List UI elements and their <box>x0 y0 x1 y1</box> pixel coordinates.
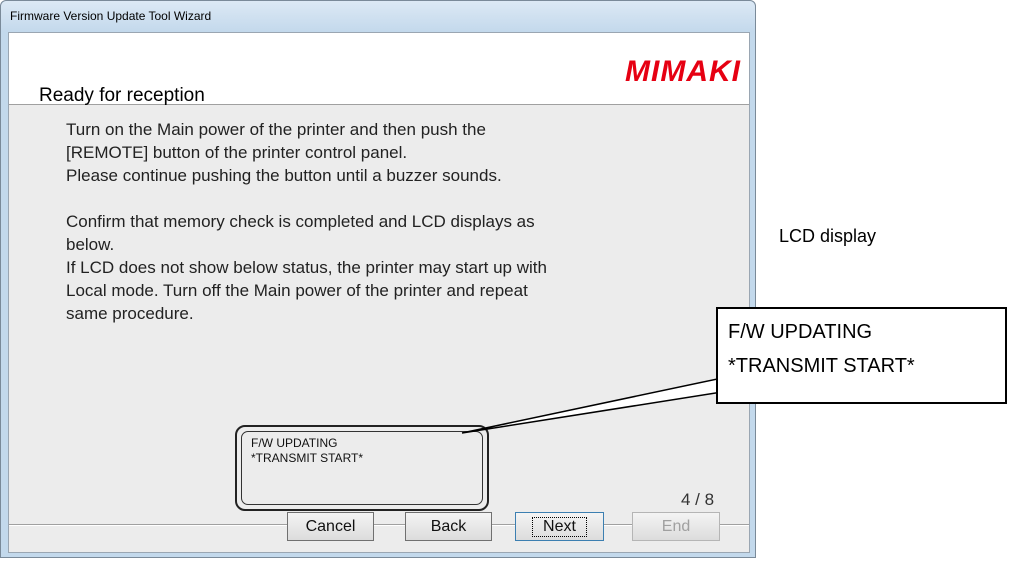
callout-line-1: F/W UPDATING <box>728 321 873 343</box>
callout-pointer <box>461 377 723 434</box>
callout-pointer-shape <box>461 377 723 434</box>
lcd-callout-box: F/W UPDATING *TRANSMIT START* <box>716 307 1007 404</box>
callout-line-2: *TRANSMIT START* <box>728 355 915 377</box>
